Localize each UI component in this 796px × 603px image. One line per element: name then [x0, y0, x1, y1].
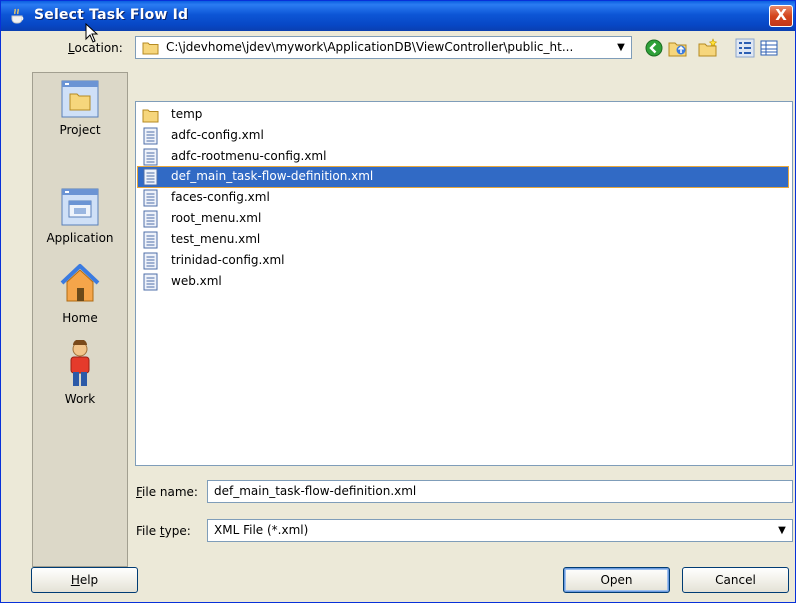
home-icon [60, 264, 100, 302]
location-label: Location: [68, 41, 123, 55]
xml-file-icon [143, 168, 158, 186]
file-name-input[interactable]: def_main_task-flow-definition.xml [207, 480, 793, 503]
work-icon [70, 340, 90, 386]
project-icon [61, 80, 99, 118]
title-bar[interactable]: Select Task Flow Id X [1, 1, 795, 31]
mouse-cursor-icon [85, 23, 99, 43]
place-application[interactable]: Application [33, 187, 127, 245]
xml-file-icon [143, 127, 158, 145]
place-work[interactable]: Work [33, 340, 127, 406]
back-icon[interactable] [644, 38, 664, 58]
xml-file-icon [143, 231, 158, 249]
file-name-label: File name: [136, 485, 198, 499]
xml-file-icon [143, 273, 158, 291]
folder-icon [142, 109, 159, 123]
chevron-down-icon[interactable]: ▼ [774, 522, 790, 539]
list-view-icon[interactable] [735, 38, 755, 58]
file-type-value: XML File (*.xml) [214, 523, 309, 537]
new-folder-icon[interactable] [698, 38, 718, 58]
file-type-label: File type: [136, 524, 191, 538]
place-home[interactable]: Home [33, 261, 127, 325]
location-path: C:\jdevhome\jdev\mywork\ApplicationDB\Vi… [166, 40, 574, 54]
cancel-button[interactable]: Cancel [682, 567, 789, 593]
folder-icon [142, 42, 159, 55]
xml-file-icon [143, 210, 158, 228]
place-project[interactable]: Project [33, 79, 127, 137]
file-name-value: def_main_task-flow-definition.xml [214, 484, 417, 498]
xml-file-icon [143, 148, 158, 166]
location-dropdown[interactable]: C:\jdevhome\jdev\mywork\ApplicationDB\Vi… [135, 36, 632, 59]
application-icon [61, 188, 99, 226]
list-item-selected[interactable]: def_main_task-flow-definition.xml [137, 166, 789, 188]
close-icon: X [775, 6, 787, 24]
places-sidebar: Project Application Home Work [32, 72, 128, 567]
up-folder-icon[interactable] [668, 38, 688, 58]
chevron-down-icon[interactable]: ▼ [613, 39, 629, 56]
close-button[interactable]: X [769, 5, 793, 27]
java-cup-icon [11, 8, 24, 24]
open-button[interactable]: Open [563, 567, 670, 593]
select-task-flow-dialog: Select Task Flow Id X Location: C:\jdevh… [0, 0, 796, 603]
file-type-dropdown[interactable]: XML File (*.xml) ▼ [207, 519, 793, 542]
xml-file-icon [143, 189, 158, 207]
details-view-icon[interactable] [759, 38, 779, 58]
file-list[interactable]: temp adfc-config.xml adfc-rootmenu-confi… [135, 101, 793, 466]
help-button[interactable]: Help [31, 567, 138, 593]
dialog-title: Select Task Flow Id [34, 7, 189, 23]
xml-file-icon [143, 252, 158, 270]
